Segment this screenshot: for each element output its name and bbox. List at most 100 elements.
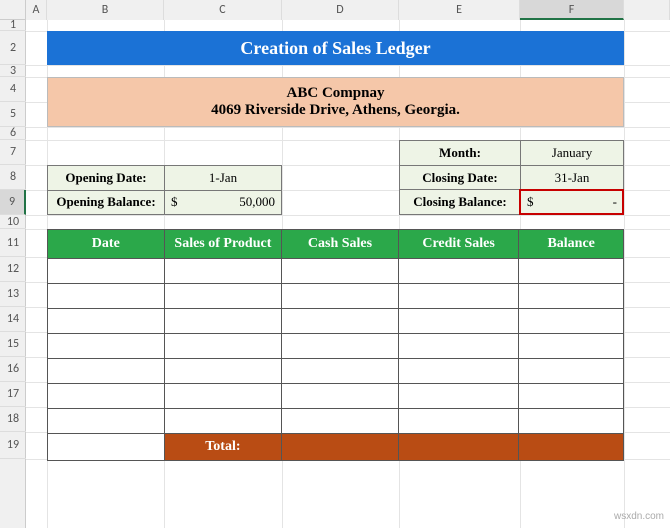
- ledger-footer: Total:: [48, 433, 623, 460]
- ledger-cell[interactable]: [165, 409, 283, 433]
- sheet-area: Creation of Sales Ledger ABC Compnay 406…: [26, 20, 670, 528]
- total-cell[interactable]: [282, 434, 399, 460]
- closing-date-label: Closing Date:: [400, 166, 521, 190]
- ledger-cell[interactable]: [519, 259, 623, 283]
- row-header-2[interactable]: 2: [0, 31, 26, 65]
- ledger-cell[interactable]: [165, 284, 283, 308]
- row-header-13[interactable]: 13: [0, 282, 26, 307]
- ledger-header-cell: Date: [48, 230, 165, 258]
- row-header-9[interactable]: 9: [0, 190, 26, 215]
- ledger-cell[interactable]: [519, 409, 623, 433]
- total-label: Total:: [165, 434, 283, 460]
- title-banner: Creation of Sales Ledger: [47, 31, 624, 65]
- ledger-header-cell: Sales of Product: [165, 230, 283, 258]
- month-value[interactable]: January: [521, 141, 623, 165]
- ledger-cell[interactable]: [519, 284, 623, 308]
- ledger-cell[interactable]: [282, 334, 399, 358]
- column-header-F[interactable]: F: [520, 0, 624, 20]
- company-banner: ABC Compnay 4069 Riverside Drive, Athens…: [47, 77, 624, 127]
- ledger-cell[interactable]: [519, 309, 623, 333]
- ledger-header-cell: Cash Sales: [282, 230, 399, 258]
- ledger-cell[interactable]: [48, 334, 165, 358]
- opening-box: Opening Date:1-JanOpening Balance:$50,00…: [47, 165, 282, 215]
- ledger-cell[interactable]: [165, 259, 283, 283]
- watermark: wsxdn.com: [614, 511, 664, 522]
- row-header-8[interactable]: 8: [0, 165, 26, 190]
- ledger-cell[interactable]: [399, 259, 520, 283]
- row-header-4[interactable]: 4: [0, 77, 26, 102]
- ledger-cell[interactable]: [165, 359, 283, 383]
- ledger-cell[interactable]: [282, 359, 399, 383]
- ledger-cell[interactable]: [48, 259, 165, 283]
- ledger-cell[interactable]: [399, 409, 520, 433]
- closing-date-value[interactable]: 31-Jan: [521, 166, 623, 190]
- row-header-11[interactable]: 11: [0, 229, 26, 257]
- row-header-6[interactable]: 6: [0, 127, 26, 140]
- table-row: [48, 358, 623, 383]
- ledger-cell[interactable]: [48, 409, 165, 433]
- ledger-header-cell: Credit Sales: [399, 230, 520, 258]
- ledger-cell[interactable]: [48, 284, 165, 308]
- row-header-5[interactable]: 5: [0, 102, 26, 127]
- company-address: 4069 Riverside Drive, Athens, Georgia.: [211, 102, 460, 119]
- ledger-cell[interactable]: [282, 384, 399, 408]
- total-cell[interactable]: [519, 434, 623, 460]
- ledger-cell[interactable]: [399, 384, 520, 408]
- ledger-cell[interactable]: [282, 409, 399, 433]
- table-row: [48, 383, 623, 408]
- table-row: [48, 308, 623, 333]
- table-row: [48, 408, 623, 433]
- column-header-C[interactable]: C: [164, 0, 282, 20]
- column-headers: ABCDEF: [26, 0, 670, 20]
- row-header-12[interactable]: 12: [0, 257, 26, 282]
- total-cell[interactable]: [399, 434, 520, 460]
- row-header-16[interactable]: 16: [0, 357, 26, 382]
- ledger-cell[interactable]: [48, 359, 165, 383]
- opening-balance-label: Opening Balance:: [48, 191, 165, 215]
- ledger-cell[interactable]: [282, 284, 399, 308]
- closing-balance-value[interactable]: $-: [521, 190, 623, 214]
- column-header-B[interactable]: B: [47, 0, 164, 20]
- row-header-18[interactable]: 18: [0, 407, 26, 432]
- closing-balance-label: Closing Balance:: [400, 190, 521, 214]
- ledger-table: DateSales of ProductCash SalesCredit Sal…: [47, 229, 624, 461]
- ledger-cell[interactable]: [519, 384, 623, 408]
- ledger-header-cell: Balance: [519, 230, 623, 258]
- ledger-cell[interactable]: [48, 309, 165, 333]
- row-headers: 12345678910111213141516171819: [0, 20, 26, 528]
- ledger-cell[interactable]: [165, 384, 283, 408]
- row-header-10[interactable]: 10: [0, 215, 26, 229]
- ledger-cell[interactable]: [48, 384, 165, 408]
- table-row: [48, 333, 623, 358]
- ledger-cell[interactable]: [519, 359, 623, 383]
- row-header-15[interactable]: 15: [0, 332, 26, 357]
- ledger-cell[interactable]: [399, 359, 520, 383]
- row-header-7[interactable]: 7: [0, 140, 26, 165]
- row-header-1[interactable]: 1: [0, 20, 26, 31]
- column-header-D[interactable]: D: [282, 0, 399, 20]
- row-header-3[interactable]: 3: [0, 65, 26, 77]
- total-blank: [48, 434, 165, 460]
- opening-date-label: Opening Date:: [48, 166, 165, 190]
- row-header-17[interactable]: 17: [0, 382, 26, 407]
- column-header-E[interactable]: E: [399, 0, 520, 20]
- ledger-cell[interactable]: [282, 259, 399, 283]
- ledger-cell[interactable]: [399, 284, 520, 308]
- column-header-A[interactable]: A: [26, 0, 47, 20]
- ledger-body: [48, 258, 623, 433]
- row-header-19[interactable]: 19: [0, 432, 26, 459]
- opening-balance-value[interactable]: $50,000: [165, 191, 281, 215]
- ledger-cell[interactable]: [519, 334, 623, 358]
- ledger-cell[interactable]: [282, 309, 399, 333]
- ledger-header-row: DateSales of ProductCash SalesCredit Sal…: [48, 230, 623, 258]
- closing-box: Month:JanuaryClosing Date:31-JanClosing …: [399, 140, 624, 215]
- month-label: Month:: [400, 141, 521, 165]
- table-row: [48, 283, 623, 308]
- row-header-14[interactable]: 14: [0, 307, 26, 332]
- select-all-corner[interactable]: [0, 0, 26, 20]
- ledger-cell[interactable]: [165, 334, 283, 358]
- ledger-cell[interactable]: [399, 309, 520, 333]
- ledger-cell[interactable]: [399, 334, 520, 358]
- ledger-cell[interactable]: [165, 309, 283, 333]
- opening-date-value[interactable]: 1-Jan: [165, 166, 281, 190]
